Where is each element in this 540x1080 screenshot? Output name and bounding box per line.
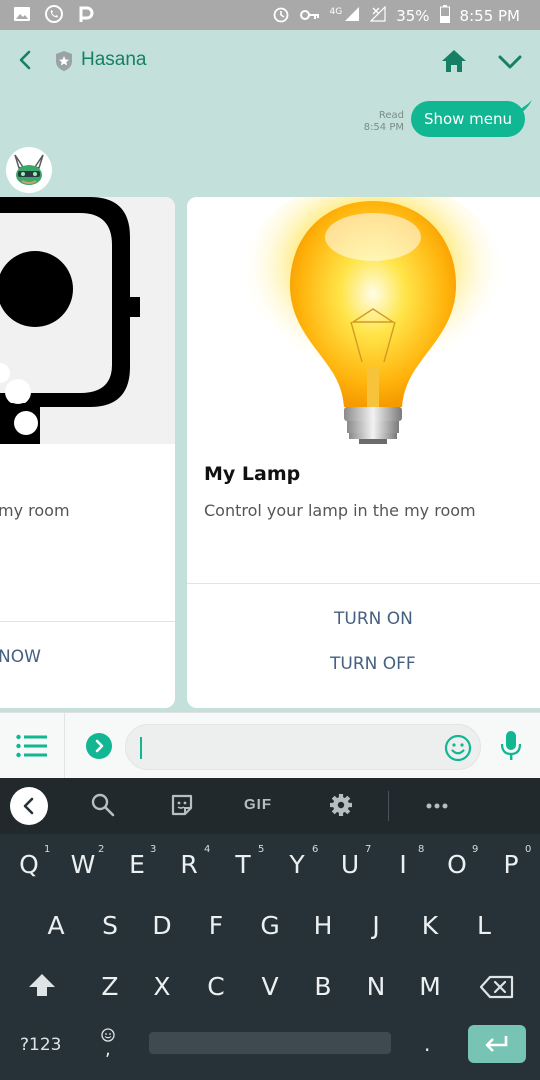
card-divider	[0, 621, 175, 622]
key-s[interactable]: S	[85, 911, 135, 940]
battery-icon	[439, 5, 450, 27]
network-type: 4G	[329, 7, 343, 17]
key-r-hint: 4	[204, 844, 211, 855]
key-e-hint: 3	[150, 844, 157, 855]
read-receipt: Read 8:54 PM	[354, 110, 404, 134]
key-o-hint: 9	[472, 844, 479, 855]
key-l[interactable]: L	[459, 911, 509, 940]
key-d[interactable]: D	[137, 911, 187, 940]
read-label: Read	[378, 110, 404, 121]
card-my-lamp[interactable]: My Lamp Control your lamp in the my room…	[187, 197, 540, 708]
back-arrow-icon[interactable]	[14, 48, 38, 72]
key-h[interactable]: H	[298, 911, 348, 940]
keyboard-back-icon[interactable]	[10, 787, 48, 825]
key-x[interactable]: X	[137, 972, 187, 1001]
shift-icon	[29, 974, 55, 996]
key-i-hint: 8	[418, 844, 425, 855]
period-key[interactable]: .	[424, 1032, 430, 1056]
composer-divider	[64, 713, 65, 779]
key-v[interactable]: V	[245, 972, 295, 1001]
card-image-appliance	[0, 197, 175, 444]
message-input[interactable]	[125, 724, 481, 770]
symbols-key[interactable]: ?123	[20, 1035, 61, 1055]
clock: 8:55 PM	[459, 7, 520, 25]
alarm-icon	[272, 5, 290, 27]
key-j[interactable]: J	[351, 911, 401, 940]
gear-icon[interactable]	[328, 792, 354, 823]
toolbar-divider	[388, 791, 389, 821]
more-options-icon[interactable]	[425, 794, 449, 823]
sent-message-bubble[interactable]: Show menu	[411, 101, 525, 137]
app-bar: Hasana	[0, 30, 540, 92]
turn-on-button[interactable]: TURN ON	[334, 609, 413, 629]
key-u-hint: 7	[365, 844, 372, 855]
key-a[interactable]: A	[31, 911, 81, 940]
microphone-icon[interactable]	[500, 730, 522, 762]
key-f[interactable]: F	[191, 911, 241, 940]
vpn-key-icon	[299, 7, 320, 25]
search-icon[interactable]	[90, 792, 116, 823]
shift-key[interactable]	[28, 972, 56, 1003]
read-time: 8:54 PM	[363, 122, 404, 133]
key-m[interactable]: M	[405, 972, 455, 1001]
key-y-hint: 6	[312, 844, 319, 855]
keyboard-toolbar: GIF	[0, 778, 540, 834]
turn-off-button[interactable]: TURN OFF	[330, 654, 416, 674]
keyboard: GIF Q 1 W 2 E 3 R 4 T 5 Y 6 U 7 I 8 O 9 …	[0, 778, 540, 1080]
chevron-down-icon[interactable]	[496, 50, 524, 74]
chat-title[interactable]: Hasana	[81, 49, 147, 71]
menu-list-icon[interactable]	[16, 734, 47, 758]
key-b[interactable]: B	[298, 972, 348, 1001]
gallery-icon	[12, 4, 32, 24]
key-q-hint: 1	[44, 844, 51, 855]
backspace-icon	[479, 975, 514, 999]
p-app-icon	[76, 4, 96, 24]
whatsapp-icon	[44, 4, 64, 24]
card-image-lightbulb	[187, 197, 540, 444]
gif-button[interactable]: GIF	[244, 796, 272, 813]
sticker-icon[interactable]	[169, 792, 195, 823]
home-icon[interactable]	[440, 48, 468, 74]
key-w-hint: 2	[98, 844, 105, 855]
key-n[interactable]: N	[351, 972, 401, 1001]
card-action-now[interactable]: NOW	[0, 647, 41, 667]
key-c[interactable]: C	[191, 972, 241, 1001]
emoji-comma-key[interactable]: ,	[100, 1028, 120, 1060]
key-t-hint: 5	[258, 844, 265, 855]
status-bar: 4G 35% 8:55 PM	[0, 0, 540, 30]
signal-icon	[344, 6, 360, 26]
emoji-icon[interactable]	[444, 734, 472, 762]
bubble-tail	[514, 100, 532, 112]
battery-percent: 35%	[396, 7, 430, 25]
enter-arrow-icon	[485, 1036, 508, 1052]
card-previous[interactable]: my room NOW	[0, 197, 175, 708]
comma-label: ,	[105, 1039, 111, 1060]
space-bar[interactable]	[149, 1032, 391, 1054]
card-divider	[187, 583, 540, 584]
card-description: Control your lamp in the my room	[204, 501, 476, 520]
avatar[interactable]	[6, 147, 52, 193]
expand-chevron-icon[interactable]	[86, 733, 112, 759]
signal-off-icon	[369, 5, 386, 26]
card-description: my room	[0, 501, 70, 520]
composer-bar	[0, 712, 540, 779]
enter-key[interactable]	[468, 1025, 526, 1063]
text-cursor	[140, 737, 142, 759]
backspace-key[interactable]	[479, 975, 514, 1004]
key-k[interactable]: K	[405, 911, 455, 940]
key-p-hint: 0	[525, 844, 532, 855]
key-g[interactable]: G	[245, 911, 295, 940]
shield-star-icon	[54, 50, 74, 72]
key-z[interactable]: Z	[85, 972, 135, 1001]
card-title: My Lamp	[204, 463, 301, 485]
